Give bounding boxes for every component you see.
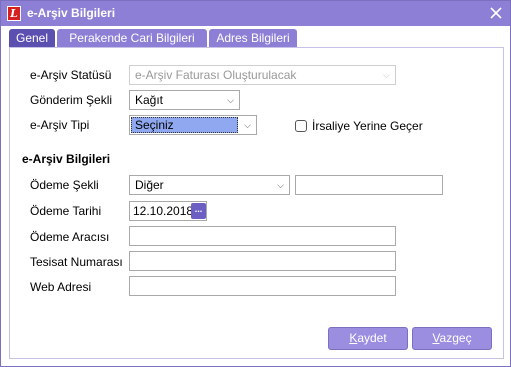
chevron-down-icon: ⌵ bbox=[244, 120, 251, 130]
archive-type-label: e-Arşiv Tipi bbox=[30, 118, 90, 132]
tab-general[interactable]: Genel bbox=[9, 29, 55, 47]
payment-agent-label: Ödeme Aracısı bbox=[30, 230, 110, 244]
payment-date-value: 12.10.2018 bbox=[133, 204, 194, 218]
title-bar: L e-Arşiv Bilgileri bbox=[1, 1, 510, 26]
facility-number-field[interactable] bbox=[129, 251, 396, 271]
chevron-down-icon: ⌵ bbox=[227, 95, 234, 105]
payment-date-label: Ödeme Tarihi bbox=[30, 204, 102, 218]
section-title: e-Arşiv Bilgileri bbox=[22, 152, 111, 166]
date-picker-icon[interactable]: ... bbox=[191, 203, 206, 219]
payment-agent-field[interactable] bbox=[129, 226, 396, 246]
send-type-value: Kağıt bbox=[135, 93, 164, 107]
close-icon[interactable] bbox=[488, 5, 504, 21]
send-type-label: Gönderim Şekli bbox=[30, 93, 113, 107]
dialog-window: L e-Arşiv Bilgileri Genel Perakende Cari… bbox=[0, 0, 511, 367]
facility-number-label: Tesisat Numarası bbox=[30, 255, 123, 269]
cancel-button[interactable]: Vazgeç bbox=[412, 327, 492, 350]
save-button-label: aydet bbox=[357, 331, 387, 345]
payment-method-label: Ödeme Şekli bbox=[30, 178, 99, 192]
archive-type-value: Seçiniz bbox=[131, 117, 238, 133]
web-address-field[interactable] bbox=[129, 276, 396, 296]
status-select: e-Arşiv Faturası Oluşturulacak ⌵ bbox=[129, 65, 396, 85]
window-title: e-Arşiv Bilgileri bbox=[27, 6, 116, 20]
logo-icon: L bbox=[7, 6, 21, 21]
archive-type-select[interactable]: Seçiniz ⌵ bbox=[129, 115, 257, 135]
waybill-checkbox[interactable] bbox=[295, 120, 307, 132]
general-panel: e-Arşiv Statüsü e-Arşiv Faturası Oluştur… bbox=[9, 47, 504, 359]
chevron-down-icon: ⌵ bbox=[383, 70, 390, 80]
tab-retail-customer[interactable]: Perakende Cari Bilgileri bbox=[57, 29, 207, 47]
payment-method-extra-field[interactable] bbox=[295, 175, 443, 195]
status-value: e-Arşiv Faturası Oluşturulacak bbox=[135, 68, 297, 82]
payment-method-select[interactable]: Diğer ⌵ bbox=[129, 175, 290, 195]
web-address-label: Web Adresi bbox=[30, 280, 92, 294]
cancel-button-label: azgeç bbox=[439, 331, 472, 345]
payment-method-value: Diğer bbox=[135, 178, 164, 192]
cancel-button-mnemonic: V bbox=[432, 331, 440, 345]
status-label: e-Arşiv Statüsü bbox=[30, 68, 112, 82]
tab-address[interactable]: Adres Bilgileri bbox=[209, 29, 297, 47]
send-type-select[interactable]: Kağıt ⌵ bbox=[129, 90, 240, 110]
chevron-down-icon: ⌵ bbox=[277, 180, 284, 190]
save-button[interactable]: Kaydet bbox=[328, 327, 408, 350]
waybill-label: İrsaliye Yerine Geçer bbox=[312, 119, 423, 133]
